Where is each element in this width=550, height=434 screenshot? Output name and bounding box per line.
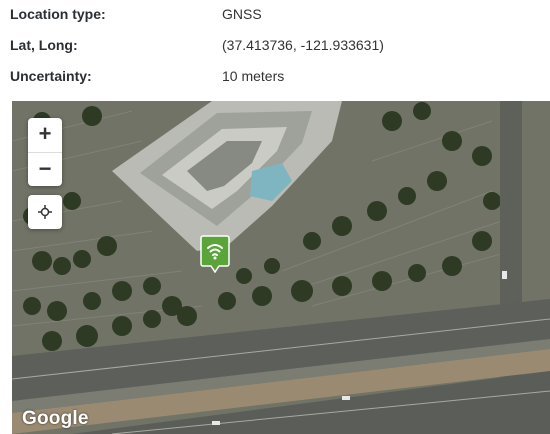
- zoom-controls: + −: [28, 118, 62, 186]
- zoom-in-button[interactable]: +: [28, 118, 62, 152]
- lat-long-row: Lat, Long: (37.413736, -121.933631): [10, 34, 540, 56]
- location-marker[interactable]: [200, 235, 230, 273]
- recenter-button[interactable]: [28, 195, 62, 229]
- google-logo: Google: [22, 408, 89, 429]
- satellite-map[interactable]: + − Google: [12, 101, 550, 434]
- lat-long-value: (37.413736, -121.933631): [222, 37, 384, 53]
- location-type-row: Location type: GNSS: [10, 3, 540, 25]
- location-type-label: Location type:: [10, 6, 106, 22]
- lat-long-label: Lat, Long:: [10, 37, 78, 53]
- map-imagery: [12, 101, 550, 434]
- uncertainty-label: Uncertainty:: [10, 68, 92, 84]
- uncertainty-row: Uncertainty: 10 meters: [10, 65, 540, 87]
- crosshair-icon: [38, 205, 52, 219]
- location-type-value: GNSS: [222, 6, 262, 22]
- zoom-out-button[interactable]: −: [28, 152, 62, 186]
- uncertainty-value: 10 meters: [222, 68, 285, 84]
